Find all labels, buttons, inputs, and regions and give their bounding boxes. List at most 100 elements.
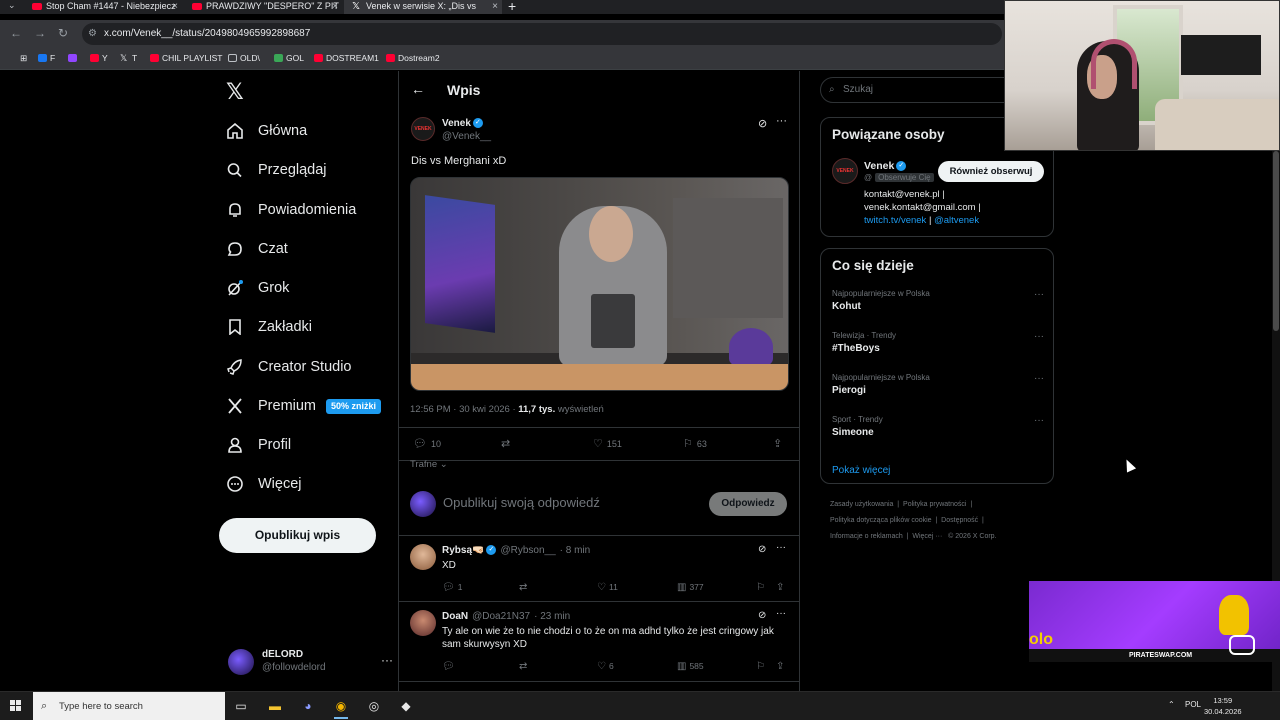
- nav-item-grok[interactable]: Grok: [226, 273, 289, 303]
- bookmark-action[interactable]: ⚐: [756, 582, 768, 593]
- views-action[interactable]: ▥ 585: [677, 661, 704, 672]
- avatar[interactable]: [410, 610, 436, 636]
- tab-search-icon[interactable]: ⌄: [8, 0, 16, 11]
- more-dots-icon[interactable]: ···: [1034, 415, 1044, 426]
- post-video[interactable]: [410, 177, 789, 391]
- apps-grid-icon[interactable]: ⊞: [8, 52, 27, 64]
- comment-item[interactable]: Rybsą🤜🏻 ✓ @Rybson__ · 8 min ⊘ ··· XD 💬︎ 1 ⇄ …: [399, 536, 799, 602]
- bookmark-f[interactable]: F: [38, 52, 55, 64]
- reply-action[interactable]: 💬︎ 10: [413, 437, 441, 450]
- nav-item-creator-studio[interactable]: Creator Studio: [226, 352, 352, 382]
- nav-item-chat[interactable]: Czat: [226, 234, 288, 264]
- author-handle[interactable]: @Venek__: [442, 131, 491, 142]
- back-arrow-icon[interactable]: ←: [411, 81, 425, 97]
- related-name-row[interactable]: Venek ✓: [864, 160, 907, 172]
- scrollbar-thumb[interactable]: [1273, 151, 1279, 331]
- related-avatar[interactable]: VENEK: [832, 158, 858, 184]
- reply-action[interactable]: 💬︎: [442, 661, 458, 672]
- bookmark-t[interactable]: 𝕏T: [120, 52, 137, 64]
- forward-arrow-icon[interactable]: →: [34, 26, 46, 40]
- bookmark-action[interactable]: ⚐ 63: [683, 437, 707, 450]
- url-field[interactable]: ⚙ x.com/Venek__/status/20498049659928986…: [82, 23, 1002, 45]
- comment-author-row[interactable]: Rybsą🤜🏻 ✓ @Rybson__ · 8 min: [442, 545, 590, 556]
- trend-item[interactable]: Najpopularniejsze w Polska Pierogi ···: [832, 373, 1044, 396]
- bookmark-dostream1[interactable]: DOSTREAM1: [314, 52, 379, 64]
- taskbar-search-input[interactable]: ⌕ Type here to search: [33, 692, 225, 720]
- more-dots-icon[interactable]: ···: [1034, 331, 1044, 342]
- bio-link-altvenek[interactable]: @altvenek: [934, 215, 979, 226]
- browser-tab-2[interactable]: PRAWDZIWY "DESPERO" Z PIT ×: [184, 0, 342, 14]
- grok-icon[interactable]: ⊘: [758, 544, 766, 555]
- show-more-link[interactable]: Pokaż więcej: [832, 465, 890, 476]
- grok-icon[interactable]: ⊘: [758, 117, 767, 130]
- windows-start-icon[interactable]: [10, 700, 22, 712]
- trend-item[interactable]: Sport · Trendy Simeone ···: [832, 415, 1044, 438]
- nav-item-notifications[interactable]: Powiadomienia: [226, 195, 356, 225]
- discord-icon[interactable]: ◕: [299, 698, 317, 714]
- browser-tab-3[interactable]: 𝕏 Venek w serwisie X: „Dis vs ×: [344, 0, 502, 14]
- more-dots-icon[interactable]: ···: [381, 653, 393, 667]
- bio-link-twitch[interactable]: twitch.tv/venek: [864, 215, 926, 226]
- more-dots-icon[interactable]: ···: [776, 115, 787, 127]
- app-icon[interactable]: ◆: [397, 698, 415, 714]
- close-icon[interactable]: ×: [172, 0, 178, 13]
- language-indicator[interactable]: POL: [1185, 700, 1201, 709]
- new-tab-button[interactable]: +: [508, 0, 516, 14]
- bookmark-old[interactable]: OLD\: [228, 52, 260, 64]
- bookmark-y[interactable]: Y: [90, 52, 108, 64]
- repost-action[interactable]: ⇄: [519, 661, 530, 672]
- reply-sort-dropdown[interactable]: Trafne ⌄: [410, 459, 448, 470]
- close-icon[interactable]: ×: [332, 0, 338, 13]
- trend-item[interactable]: Najpopularniejsze w Polska Kohut ···: [832, 289, 1044, 312]
- like-action[interactable]: ♡ 6: [597, 661, 614, 672]
- chrome-icon[interactable]: ◉: [332, 698, 350, 719]
- views-action[interactable]: ▥ 377: [677, 582, 704, 593]
- more-dots-icon[interactable]: ···: [776, 608, 786, 619]
- close-icon[interactable]: ×: [492, 0, 498, 13]
- premium-discount-badge[interactable]: 50% zniżki: [326, 398, 382, 414]
- bookmark-chil-playlist[interactable]: CHIL PLAYLIST: [150, 52, 222, 64]
- footer-link-privacy[interactable]: Polityka prywatności: [903, 501, 966, 508]
- author-name-row[interactable]: Venek ✓: [442, 118, 483, 129]
- x-logo-icon[interactable]: 𝕏: [226, 79, 244, 105]
- reply-button[interactable]: Odpowiedz: [709, 492, 787, 516]
- trend-item[interactable]: Telewizja · Trendy #TheBoys ···: [832, 331, 1044, 354]
- tray-chevron-icon[interactable]: ⌃: [1168, 700, 1175, 709]
- account-switcher[interactable]: dELORD @followdelord ···: [228, 647, 393, 681]
- nav-item-bookmarks[interactable]: Zakładki: [226, 312, 312, 342]
- file-explorer-icon[interactable]: ▬: [266, 698, 284, 714]
- share-action[interactable]: ⇪: [776, 582, 787, 593]
- reply-action[interactable]: 💬︎ 1: [442, 582, 462, 593]
- task-view-icon[interactable]: ▭: [232, 698, 250, 714]
- footer-link-terms[interactable]: Zasady użytkowania: [830, 501, 893, 508]
- bookmark-action[interactable]: ⚐: [756, 661, 768, 672]
- nav-item-explore[interactable]: Przeglądaj: [226, 155, 327, 185]
- post-time[interactable]: 12:56 PM · 30 kwi 2026 ·: [410, 404, 518, 415]
- more-dots-icon[interactable]: ···: [776, 542, 786, 553]
- repost-action[interactable]: ⇄: [519, 582, 530, 593]
- nav-item-profile[interactable]: Profil: [226, 430, 291, 460]
- browser-tab-1[interactable]: Stop Cham #1447 - Niebezpiecz ×: [24, 0, 182, 14]
- back-arrow-icon[interactable]: ←: [10, 26, 22, 40]
- footer-link-cookies[interactable]: Polityka dotycząca plików cookie: [830, 517, 932, 524]
- grok-icon[interactable]: ⊘: [758, 610, 766, 621]
- more-dots-icon[interactable]: ···: [1034, 289, 1044, 300]
- comment-item[interactable]: DoaN @Doa21N37 · 23 min ⊘ ··· Ty ale on wi…: [399, 602, 799, 682]
- clock[interactable]: 13:59 30.04.2026: [1204, 695, 1242, 717]
- avatar[interactable]: [410, 544, 436, 570]
- footer-link-accessibility[interactable]: Dostępność: [941, 517, 978, 524]
- share-action[interactable]: ⇪: [776, 661, 787, 672]
- comment-author-row[interactable]: DoaN @Doa21N37 · 23 min: [442, 611, 570, 622]
- author-avatar[interactable]: VENEK: [411, 117, 435, 141]
- nav-item-more[interactable]: Więcej: [226, 469, 302, 499]
- footer-link-ads[interactable]: Informacje o reklamach: [830, 533, 903, 540]
- site-info-icon[interactable]: ⚙: [88, 23, 97, 45]
- nav-item-premium[interactable]: Premium 50% zniżki: [226, 391, 382, 421]
- like-action[interactable]: ♡ 151: [593, 437, 622, 450]
- bookmark-gol[interactable]: GOL: [274, 52, 304, 64]
- post-button[interactable]: Opublikuj wpis: [219, 518, 376, 553]
- bookmark-dostream2[interactable]: Dostream2: [386, 52, 440, 64]
- nav-item-home[interactable]: Główna: [226, 116, 307, 146]
- like-action[interactable]: ♡ 11: [597, 582, 618, 593]
- share-action[interactable]: ⇪: [773, 437, 786, 450]
